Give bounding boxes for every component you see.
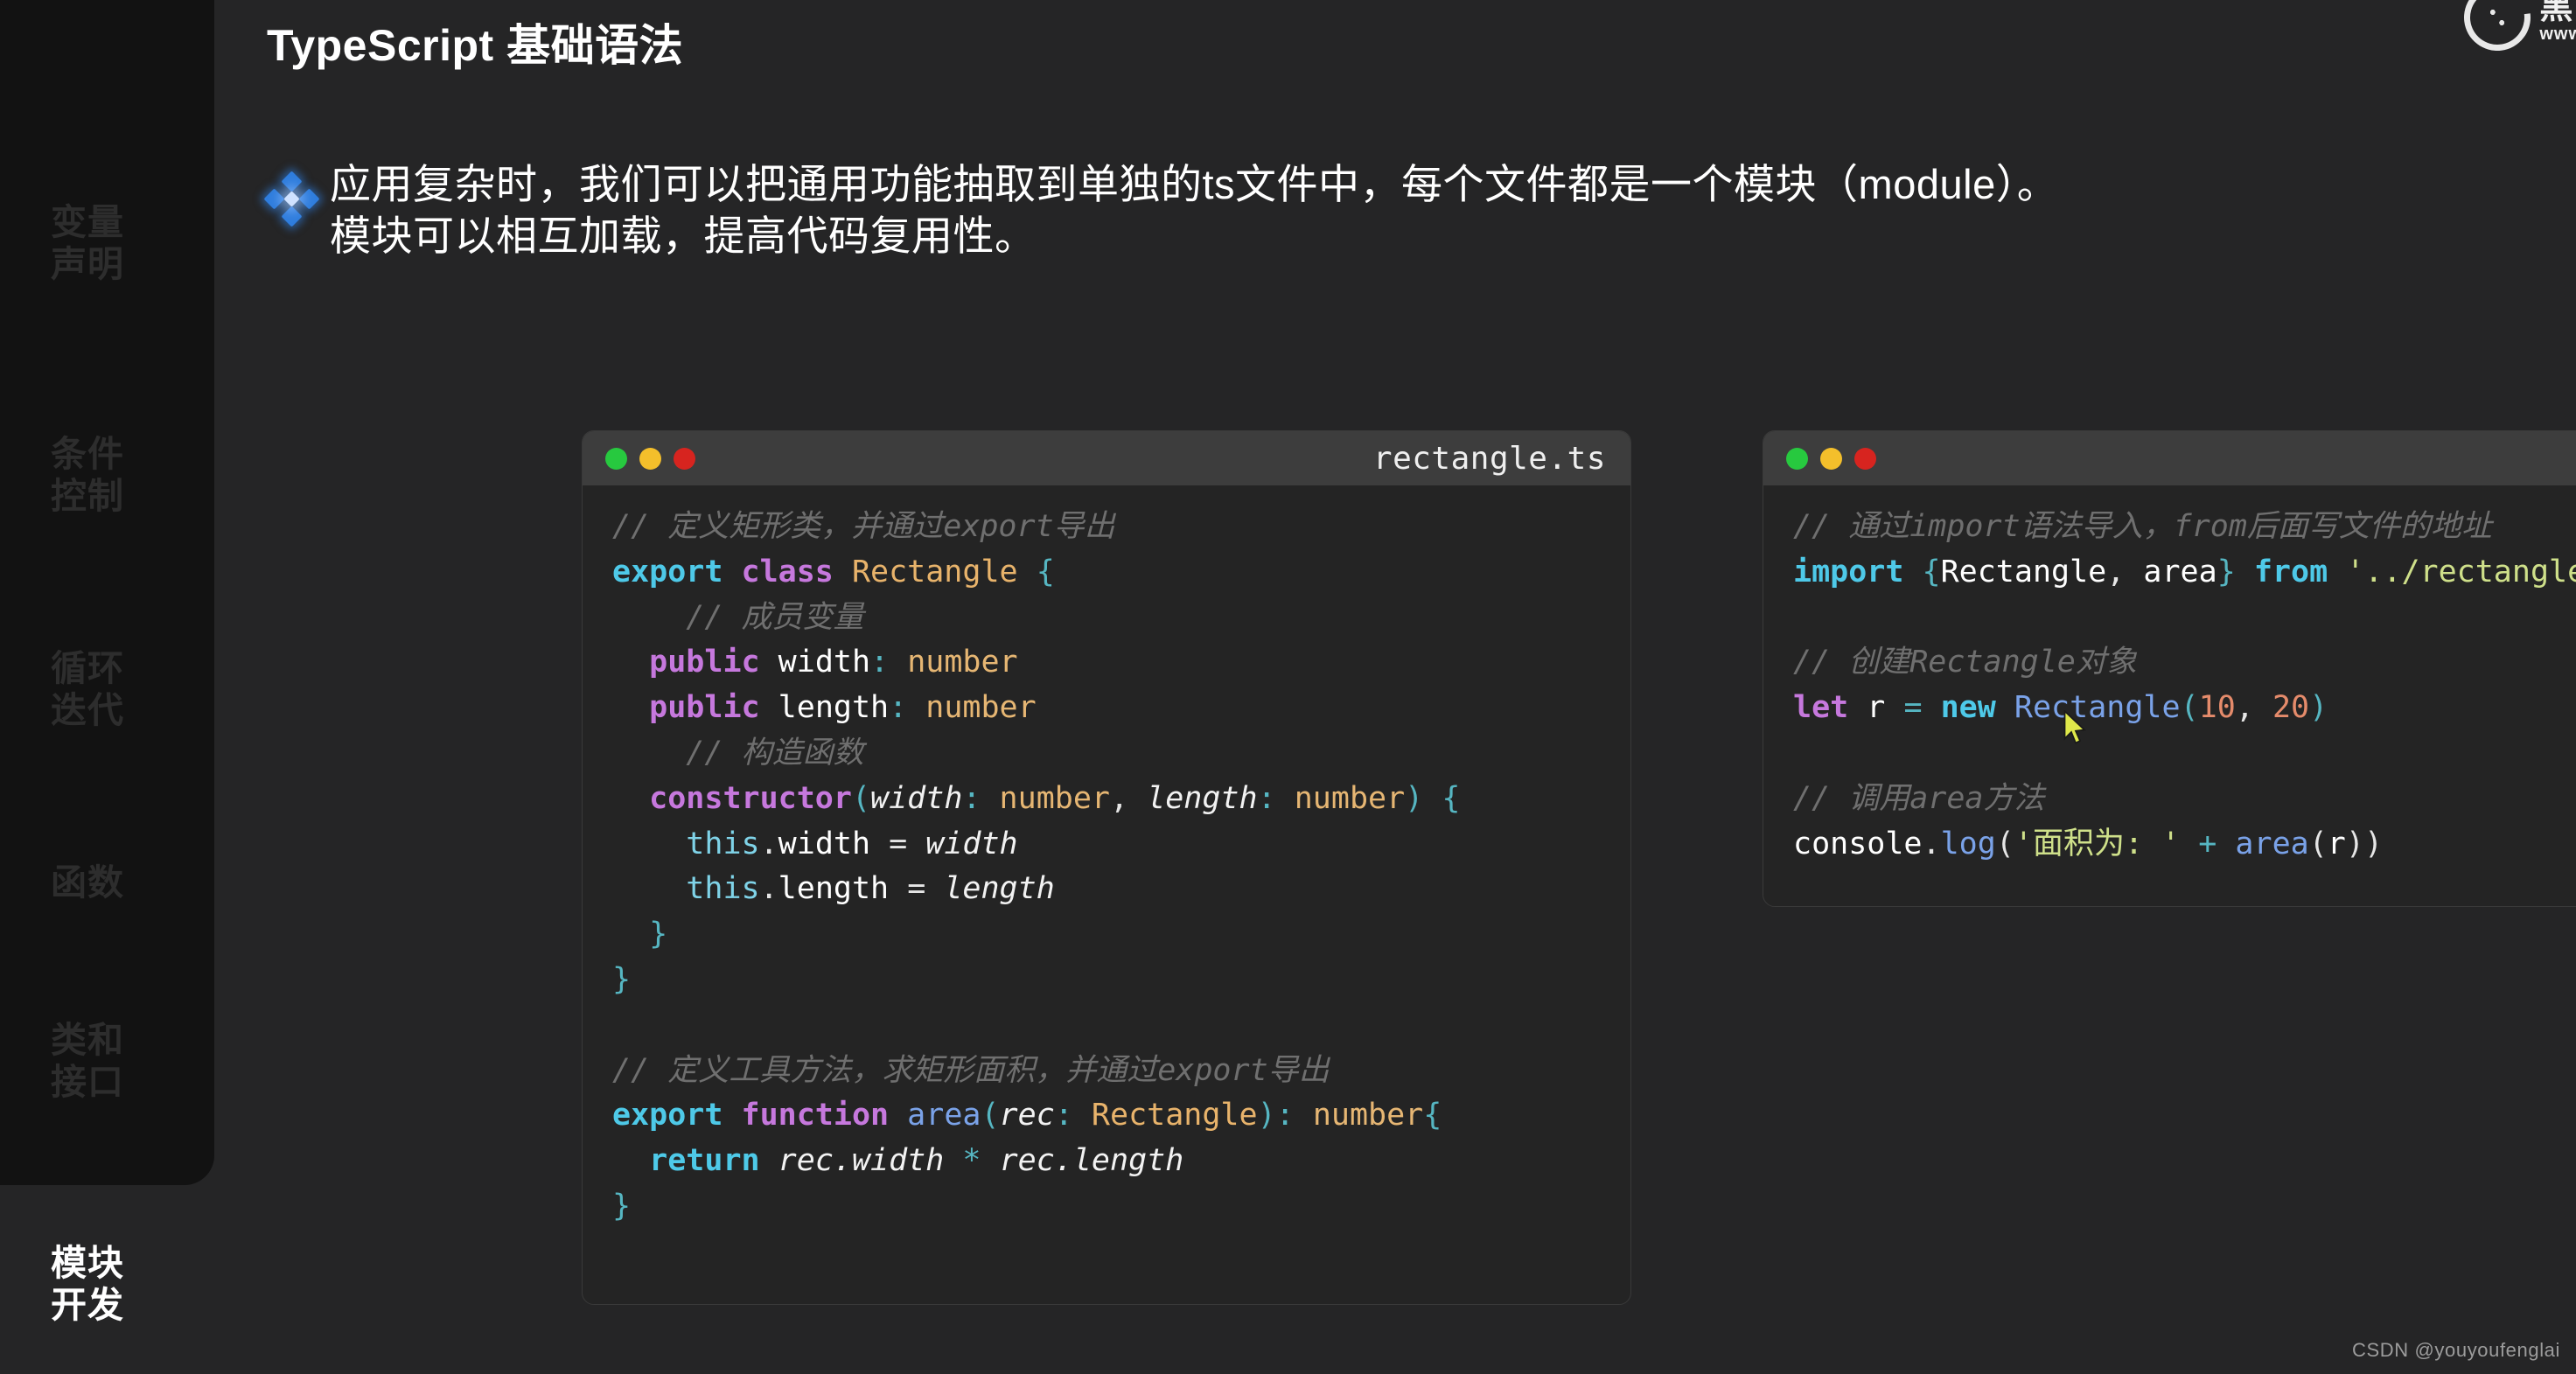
bullet-paragraph: 应用复杂时，我们可以把通用功能抽取到单独的ts文件中，每个文件都是一个模块（mo…: [263, 159, 2539, 262]
code-line: public length: number: [649, 690, 1037, 726]
brand-url: www: [2539, 24, 2576, 45]
code-line: constructor(width: number, length: numbe…: [649, 780, 1461, 816]
sparkle-left-icon: [263, 188, 285, 210]
code-line: }: [612, 1188, 632, 1224]
code-line: }: [612, 961, 632, 997]
circular-horse-logo-icon: [2450, 0, 2545, 65]
bullet-text: 应用复杂时，我们可以把通用功能抽取到单独的ts文件中，每个文件都是一个模块（mo…: [330, 159, 2058, 262]
bullet-line-1: 应用复杂时，我们可以把通用功能抽取到单独的ts文件中，每个文件都是一个模块（mo…: [330, 161, 2059, 207]
code-line: export class Rectangle {: [612, 554, 1055, 589]
window-minimize-dot-icon[interactable]: [1786, 447, 1808, 470]
code-comment: // 创建Rectangle对象: [1793, 645, 2137, 680]
code-comment: // 定义工具方法，求矩形面积，并通过export导出: [612, 1052, 1330, 1088]
sidebar-item-conditional-control[interactable]: 条件 控制: [51, 433, 173, 518]
slide-root: 变量 声明 条件 控制 循环 迭代 函数 类和 接口 模块 开发 TypeScr…: [0, 0, 2576, 1374]
window-maximize-dot-icon[interactable]: [1820, 447, 1842, 470]
bullet-line-2: 模块可以相互加载，提高代码复用性。: [330, 212, 1037, 259]
sparkle-center-icon: [283, 191, 300, 207]
main-content: TypeScript 基础语法 黑 www 应用复杂时，我们可以把通用功能抽取到…: [214, 0, 2576, 1374]
brand-name: 黑: [2539, 0, 2573, 26]
code-content-index-ts[interactable]: // 通过import语法导入，from后面写文件的地址 import {Rec…: [1763, 485, 2576, 889]
code-line: public width: number: [649, 645, 1018, 680]
watermark: CSDN @youyoufenglai: [2352, 1339, 2560, 1361]
sidebar-item-class-and-interface[interactable]: 类和 接口: [51, 1019, 173, 1104]
sparkle-top-icon: [281, 171, 303, 192]
code-line: let r = new Rectangle(10, 20): [1793, 690, 2328, 726]
code-comment: // 构造函数: [649, 735, 864, 771]
code-line: return rec.width * rec.length: [649, 1143, 1184, 1179]
sidebar-item-loop-iteration[interactable]: 循环 迭代: [51, 647, 173, 732]
code-line: this.length = length: [686, 871, 1055, 907]
page-title: TypeScript 基础语法: [267, 21, 684, 70]
sidebar: 变量 声明 条件 控制 循环 迭代 函数 类和 接口 模块 开发: [0, 0, 214, 1374]
code-line: }: [649, 917, 668, 952]
window-filename: rectangle.ts: [1372, 440, 1606, 477]
window-close-dot-icon[interactable]: [674, 447, 695, 470]
code-line: console.log('面积为: ' + area(r)): [1793, 826, 2384, 861]
window-minimize-dot-icon[interactable]: [605, 447, 627, 470]
window-controls[interactable]: [1786, 447, 1876, 470]
sidebar-panel: [0, 0, 214, 1185]
sidebar-item-module-development[interactable]: 模块 开发: [51, 1242, 173, 1327]
brand-logo: 黑 www: [2450, 0, 2576, 65]
brand-text: 黑 www: [2539, 0, 2576, 44]
code-comment: // 调用area方法: [1793, 780, 2045, 816]
window-controls[interactable]: [605, 447, 695, 470]
sparkle-bottom-icon: [281, 206, 303, 227]
sidebar-item-variable-declaration[interactable]: 变量 声明: [51, 201, 173, 286]
code-line: export function area(rec: Rectangle): nu…: [612, 1098, 1442, 1133]
code-line: import {Rectangle, area} from '../rectan…: [1793, 554, 2576, 589]
window-titlebar: index.ts: [1763, 431, 2576, 485]
code-window-index-ts[interactable]: index.ts // 通过import语法导入，from后面写文件的地址 im…: [1763, 430, 2576, 907]
mouse-pointer-icon: [2063, 710, 2086, 744]
blue-sparkle-icon: [263, 171, 320, 227]
code-comment: // 通过import语法导入，from后面写文件的地址: [1793, 509, 2492, 544]
window-close-dot-icon[interactable]: [1854, 447, 1876, 470]
code-content-rectangle-ts[interactable]: // 定义矩形类，并通过export导出 export class Rectan…: [583, 485, 1630, 1252]
window-titlebar: rectangle.ts: [583, 431, 1630, 485]
code-comment: // 成员变量: [649, 599, 864, 635]
window-maximize-dot-icon[interactable]: [639, 447, 661, 470]
code-comment: // 定义矩形类，并通过export导出: [612, 509, 1115, 544]
sidebar-item-function[interactable]: 函数: [51, 861, 173, 903]
sparkle-right-icon: [298, 188, 320, 210]
code-window-rectangle-ts[interactable]: rectangle.ts // 定义矩形类，并通过export导出 export…: [582, 430, 1631, 1305]
code-line: this.width = width: [686, 826, 1018, 861]
